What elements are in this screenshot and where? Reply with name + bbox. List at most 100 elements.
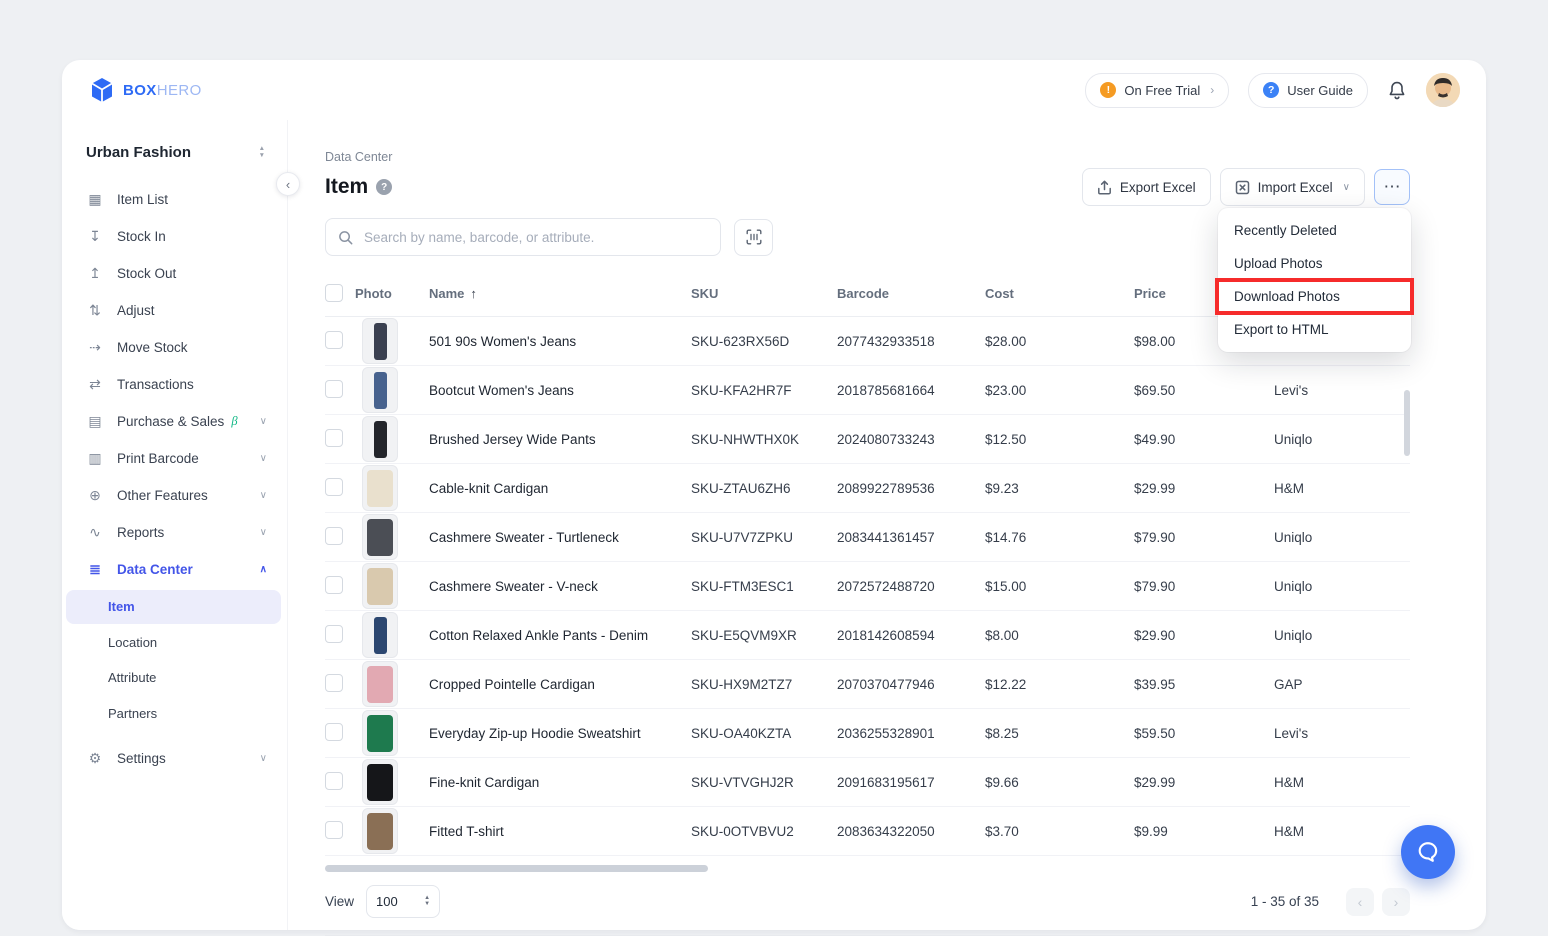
sidebar-item-icon: ⚙ [86, 750, 104, 767]
item-cost: $28.00 [985, 334, 1134, 349]
row-checkbox[interactable] [325, 380, 343, 398]
item-name: Everyday Zip-up Hoodie Sweatshirt [429, 726, 691, 741]
row-checkbox[interactable] [325, 772, 343, 790]
item-photo-thumbnail [362, 808, 398, 854]
row-checkbox[interactable] [325, 478, 343, 496]
column-sku: SKU [691, 286, 837, 301]
select-all-checkbox[interactable] [325, 284, 343, 302]
workspace-sort-icon[interactable]: ▲▼ [259, 146, 265, 159]
item-brand: Uniqlo [1274, 628, 1410, 643]
item-price: $29.99 [1134, 481, 1274, 496]
free-trial-button[interactable]: ! On Free Trial › [1085, 73, 1229, 108]
item-cost: $8.00 [985, 628, 1134, 643]
menu-item-label: Recently Deleted [1234, 223, 1337, 238]
item-brand: H&M [1274, 481, 1410, 496]
barcode-scan-button[interactable] [734, 219, 773, 256]
item-price: $59.50 [1134, 726, 1274, 741]
workspace-switcher[interactable]: Urban Fashion ▲▼ [62, 130, 287, 181]
sidebar-item-settings[interactable]: ⚙ Settings ∨ [62, 740, 287, 777]
row-checkbox[interactable] [325, 527, 343, 545]
item-cost: $14.76 [985, 530, 1134, 545]
row-checkbox[interactable] [325, 625, 343, 643]
menu-item-export-to-html[interactable]: Export to HTML [1218, 313, 1411, 346]
sidebar-item-other-features[interactable]: ⊕ Other Features ∨ [62, 477, 287, 514]
sidebar-item-data-center[interactable]: ≣ Data Center ∧ [62, 551, 287, 588]
menu-item-download-photos[interactable]: Download Photos [1218, 280, 1411, 313]
table-row[interactable]: Fine-knit Cardigan SKU-VTVGHJ2R 20916831… [325, 758, 1410, 807]
table-row[interactable]: Cropped Pointelle Cardigan SKU-HX9M2TZ7 … [325, 660, 1410, 709]
sidebar-item-purchase-sales[interactable]: ▤ Purchase & Sales β ∨ [62, 403, 287, 440]
item-brand: Levi's [1274, 726, 1410, 741]
chat-support-button[interactable] [1401, 825, 1455, 879]
item-photo-thumbnail [362, 661, 398, 707]
import-excel-button[interactable]: Import Excel ∨ [1220, 168, 1365, 206]
sidebar-collapse-button[interactable]: ‹ [276, 172, 300, 196]
row-checkbox[interactable] [325, 576, 343, 594]
sidebar-item-label: Move Stock [117, 340, 188, 355]
table-row[interactable]: Bootcut Women's Jeans SKU-KFA2HR7F 20187… [325, 366, 1410, 415]
table-row[interactable]: Everyday Zip-up Hoodie Sweatshirt SKU-OA… [325, 709, 1410, 758]
table-row[interactable]: Fitted T-shirt SKU-0OTVBVU2 208363432205… [325, 807, 1410, 856]
row-checkbox[interactable] [325, 821, 343, 839]
table-row[interactable]: Cashmere Sweater - V-neck SKU-FTM3ESC1 2… [325, 562, 1410, 611]
sidebar-item-adjust[interactable]: ⇅ Adjust [62, 292, 287, 329]
item-price: $39.95 [1134, 677, 1274, 692]
sidebar-subitem-attribute[interactable]: Attribute [66, 661, 281, 695]
more-actions-button[interactable]: ⋯ [1374, 169, 1410, 205]
row-checkbox[interactable] [325, 723, 343, 741]
row-checkbox[interactable] [325, 429, 343, 447]
vertical-scrollbar-thumb[interactable] [1404, 390, 1410, 456]
info-icon[interactable]: ? [376, 179, 392, 195]
user-avatar[interactable] [1426, 73, 1460, 107]
sidebar-item-item-list[interactable]: ▦ Item List [62, 181, 287, 218]
garment-shape [367, 470, 393, 507]
sidebar-item-stock-in[interactable]: ↧ Stock In [62, 218, 287, 255]
row-checkbox[interactable] [325, 331, 343, 349]
item-barcode: 2024080733243 [837, 432, 985, 447]
sidebar-item-icon: ⊕ [86, 487, 104, 504]
menu-item-upload-photos[interactable]: Upload Photos [1218, 247, 1411, 280]
item-name: Cotton Relaxed Ankle Pants - Denim [429, 628, 691, 643]
table-row[interactable]: Cashmere Sweater - Turtleneck SKU-U7V7ZP… [325, 513, 1410, 562]
warning-icon: ! [1100, 82, 1116, 98]
sidebar-item-transactions[interactable]: ⇄ Transactions [62, 366, 287, 403]
page-size-select[interactable]: 100 ▲▼ [366, 885, 440, 918]
user-guide-button[interactable]: ? User Guide [1248, 73, 1368, 108]
menu-item-recently-deleted[interactable]: Recently Deleted [1218, 214, 1411, 247]
export-excel-button[interactable]: Export Excel [1082, 168, 1211, 206]
sidebar-subitem-location[interactable]: Location [66, 625, 281, 659]
workspace-name: Urban Fashion [86, 144, 191, 161]
boxhero-logo[interactable]: BOXHERO [90, 77, 202, 103]
sidebar-item-reports[interactable]: ∿ Reports ∨ [62, 514, 287, 551]
column-name[interactable]: Name ↑ [429, 286, 691, 301]
sidebar: Urban Fashion ▲▼ ▦ Item List ↧ Stock In … [62, 120, 288, 930]
sidebar-item-print-barcode[interactable]: ▥ Print Barcode ∨ [62, 440, 287, 477]
search-input[interactable] [362, 229, 708, 246]
table-row[interactable]: Cotton Relaxed Ankle Pants - Denim SKU-E… [325, 611, 1410, 660]
sidebar-item-stock-out[interactable]: ↥ Stock Out [62, 255, 287, 292]
sidebar-subitem-partners[interactable]: Partners [66, 696, 281, 730]
garment-shape [367, 666, 393, 703]
item-sku: SKU-OA40KZTA [691, 726, 837, 741]
horizontal-scrollbar-thumb[interactable] [325, 865, 708, 872]
item-brand: H&M [1274, 775, 1410, 790]
breadcrumb: Data Center [325, 120, 1410, 164]
table-row[interactable]: Cable-knit Cardigan SKU-ZTAU6ZH6 2089922… [325, 464, 1410, 513]
previous-page-button[interactable]: ‹ [1346, 888, 1374, 916]
item-sku: SKU-E5QVM9XR [691, 628, 837, 643]
sidebar-item-move-stock[interactable]: ⇢ Move Stock [62, 329, 287, 366]
sidebar-item-icon: ▦ [86, 191, 104, 208]
item-brand: Uniqlo [1274, 432, 1410, 447]
table-row[interactable]: Brushed Jersey Wide Pants SKU-NHWTHX0K 2… [325, 415, 1410, 464]
topbar: BOXHERO ! On Free Trial › ? User Guide [62, 60, 1486, 120]
notification-bell-icon[interactable] [1387, 80, 1407, 101]
next-page-button[interactable]: › [1382, 888, 1410, 916]
stepper-icon: ▲▼ [424, 896, 430, 908]
item-cost: $3.70 [985, 824, 1134, 839]
item-sku: SKU-ZTAU6ZH6 [691, 481, 837, 496]
garment-shape [367, 715, 393, 752]
item-cost: $23.00 [985, 383, 1134, 398]
item-barcode: 2070370477946 [837, 677, 985, 692]
sidebar-subitem-item[interactable]: Item [66, 590, 281, 624]
row-checkbox[interactable] [325, 674, 343, 692]
